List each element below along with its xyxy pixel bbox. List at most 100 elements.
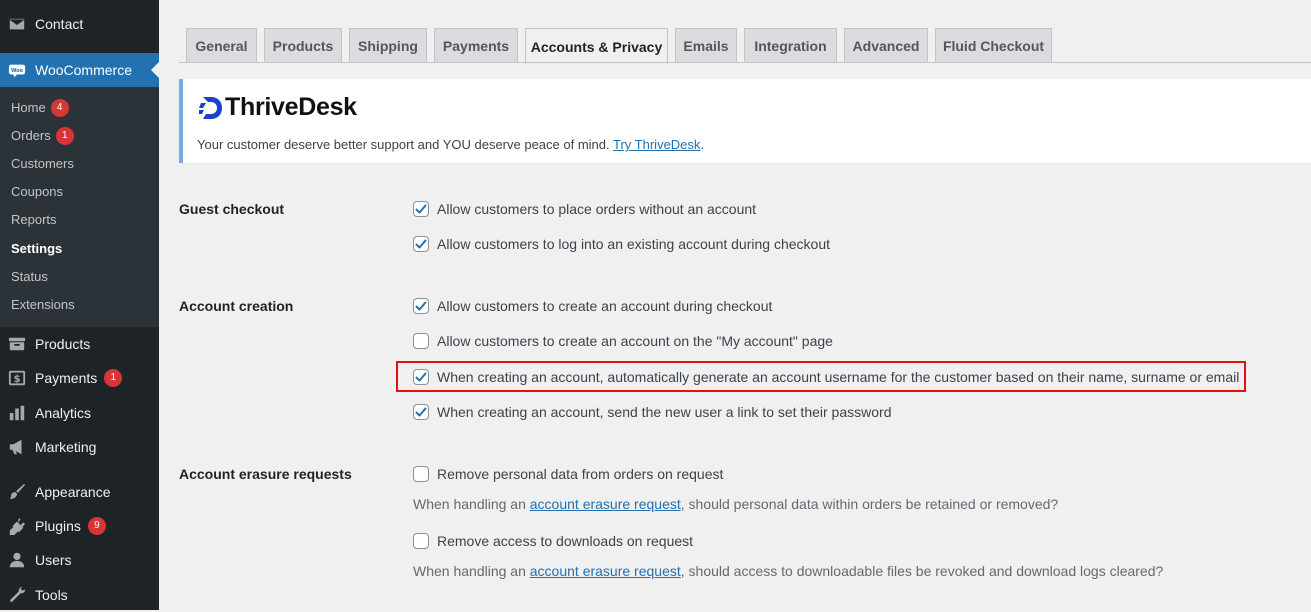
- option-text: Allow customers to create an account on …: [437, 333, 833, 349]
- menu-label: Plugins: [35, 518, 81, 534]
- desc-text: When handling an: [413, 496, 526, 512]
- menu-analytics[interactable]: Analytics: [0, 396, 159, 430]
- notice-text: Your customer deserve better support and…: [197, 137, 704, 152]
- svg-text:Woo: Woo: [11, 68, 24, 74]
- menu-label: Analytics: [35, 405, 92, 421]
- option-text: Allow customers to place orders without …: [437, 201, 757, 217]
- users-icon: [8, 551, 26, 569]
- woocommerce-icon: Woo: [8, 61, 26, 79]
- payments-icon: $: [8, 369, 26, 387]
- option-generate-username: When creating an account, automatically …: [413, 369, 1239, 385]
- option-remove-personal-data: Remove personal data from orders on requ…: [413, 466, 723, 482]
- tab-integration[interactable]: Integration: [744, 28, 837, 62]
- tab-payments[interactable]: Payments: [434, 28, 518, 62]
- submenu-coupons[interactable]: Coupons: [11, 182, 63, 202]
- desc-text: , should access to downloadable files be…: [680, 563, 1164, 579]
- tab-emails[interactable]: Emails: [675, 28, 737, 62]
- menu-label: Users: [35, 552, 72, 568]
- option-remove-download-access: Remove access to downloads on request: [413, 533, 693, 549]
- menu-label: Appearance: [35, 484, 111, 500]
- option-create-account-my-account: Allow customers to create an account on …: [413, 333, 833, 349]
- checkbox[interactable]: [413, 333, 429, 349]
- checkbox[interactable]: [413, 466, 429, 482]
- submenu-label: Reports: [11, 212, 57, 227]
- tab-label: Integration: [754, 37, 827, 54]
- paintbrush-icon: [8, 483, 26, 501]
- submenu-label: Settings: [11, 241, 63, 256]
- checkbox[interactable]: [413, 298, 429, 314]
- tab-accounts-privacy[interactable]: Accounts & Privacy: [525, 28, 668, 64]
- notification-badge: 1: [104, 369, 123, 387]
- thrivedesk-logo: ThriveDesk: [199, 93, 357, 122]
- option-guest-login-checkout: Allow customers to log into an existing …: [413, 236, 830, 252]
- tab-general[interactable]: General: [186, 28, 257, 62]
- submenu-status[interactable]: Status: [11, 267, 48, 287]
- submenu-label: Customers: [11, 156, 74, 171]
- menu-products[interactable]: Products: [0, 327, 159, 361]
- menu-woocommerce[interactable]: Woo WooCommerce: [0, 53, 159, 87]
- menu-contact[interactable]: Contact: [0, 7, 159, 41]
- tab-products[interactable]: Products: [264, 28, 342, 62]
- menu-tools[interactable]: Tools: [0, 578, 159, 612]
- notice-message: Your customer deserve better support and…: [197, 137, 610, 152]
- menu-payments[interactable]: $ Payments 1: [0, 361, 159, 395]
- submenu-home[interactable]: Home 4: [11, 98, 69, 118]
- submenu-extensions[interactable]: Extensions: [11, 295, 75, 315]
- checkmark-icon: [415, 239, 427, 249]
- option-text: Allow customers to log into an existing …: [437, 236, 830, 252]
- option-create-account-checkout: Allow customers to create an account dur…: [413, 298, 772, 314]
- svg-text:$: $: [14, 374, 21, 385]
- option-guest-place-orders: Allow customers to place orders without …: [413, 201, 756, 217]
- account-erasure-label: Account erasure requests: [179, 466, 352, 482]
- menu-label: Marketing: [35, 439, 97, 455]
- admin-sidebar: Contact Woo WooCommerce Home 4 Orders 1 …: [0, 0, 159, 610]
- checkmark-icon: [415, 372, 427, 382]
- thrivedesk-notice: ThriveDesk Your customer deserve better …: [179, 79, 1311, 163]
- submenu-orders[interactable]: Orders 1: [11, 126, 74, 146]
- menu-label: Payments: [35, 370, 98, 386]
- guest-checkout-label: Guest checkout: [179, 201, 285, 217]
- checkbox[interactable]: [413, 201, 429, 217]
- checkbox[interactable]: [413, 533, 429, 549]
- checkmark-icon: [415, 301, 427, 311]
- tab-advanced[interactable]: Advanced: [844, 28, 928, 62]
- menu-label: Contact: [35, 16, 84, 32]
- option-text: When creating an account, automatically …: [437, 369, 1240, 385]
- menu-marketing[interactable]: Marketing: [0, 430, 159, 464]
- notice-period: .: [700, 137, 705, 152]
- tab-label: Accounts & Privacy: [530, 38, 663, 55]
- notification-badge: 9: [87, 517, 106, 535]
- menu-plugins[interactable]: Plugins 9: [0, 509, 159, 543]
- tab-fluid-checkout[interactable]: Fluid Checkout: [935, 28, 1052, 62]
- option-send-password-link: When creating an account, send the new u…: [413, 404, 891, 420]
- envelope-icon: [8, 15, 26, 33]
- option-text: Allow customers to create an account dur…: [437, 298, 773, 314]
- submenu-reports[interactable]: Reports: [11, 210, 57, 230]
- tab-label: Fluid Checkout: [942, 37, 1045, 54]
- plugin-icon: [8, 517, 26, 535]
- checkbox[interactable]: [413, 369, 429, 385]
- submenu-settings[interactable]: Settings: [11, 239, 62, 259]
- tab-label: General: [195, 37, 248, 54]
- option-text: When creating an account, send the new u…: [437, 404, 892, 420]
- checkbox[interactable]: [413, 404, 429, 420]
- notification-badge: 4: [50, 99, 69, 117]
- account-creation-label: Account creation: [179, 298, 294, 314]
- menu-appearance[interactable]: Appearance: [0, 475, 159, 509]
- notification-badge: 1: [55, 127, 74, 145]
- account-erasure-request-link[interactable]: account erasure request: [530, 563, 681, 579]
- erasure-description-orders: When handling an account erasure request…: [413, 496, 1058, 512]
- try-thrivedesk-link[interactable]: Try ThriveDesk: [613, 137, 700, 152]
- menu-users[interactable]: Users: [0, 543, 159, 577]
- wrench-icon: [8, 586, 26, 604]
- tab-label: Products: [272, 37, 334, 54]
- menu-label: WooCommerce: [35, 62, 132, 78]
- account-erasure-request-link[interactable]: account erasure request: [530, 496, 681, 512]
- bar-chart-icon: [8, 404, 26, 422]
- tab-shipping[interactable]: Shipping: [349, 28, 427, 62]
- thrivedesk-d-icon: [199, 96, 222, 119]
- submenu-label: Coupons: [11, 184, 64, 199]
- submenu-customers[interactable]: Customers: [11, 154, 74, 174]
- tab-label: Shipping: [358, 37, 418, 54]
- checkbox[interactable]: [413, 236, 429, 252]
